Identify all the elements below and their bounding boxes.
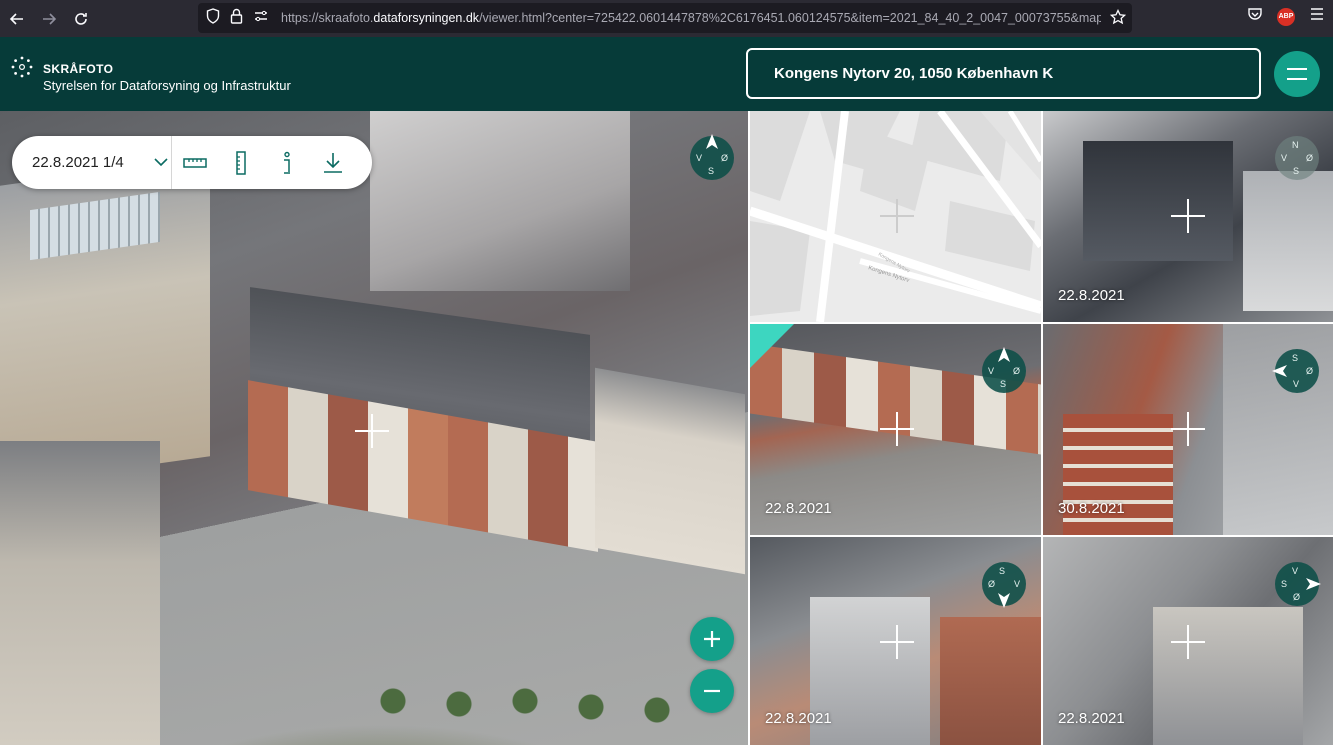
thumbnail-crosshair: [880, 412, 914, 446]
thumbnail-date: 22.8.2021: [1058, 710, 1125, 727]
compass-icon: S Ø V: [982, 562, 1026, 608]
zoom-in-button[interactable]: [690, 617, 734, 661]
hamburger-menu-icon[interactable]: [1309, 7, 1325, 26]
compass-arrow-icon: [1306, 578, 1321, 590]
lock-icon[interactable]: [230, 8, 243, 29]
compass-east-label: V: [1013, 579, 1020, 589]
photo-thumbnail-north[interactable]: N V Ø S 22.8.2021: [1043, 111, 1333, 322]
compass-icon: N V Ø S: [1275, 136, 1319, 180]
building-roof: [1243, 171, 1333, 311]
back-icon[interactable]: [2, 4, 32, 34]
compass-east-label: Ø: [1305, 153, 1313, 163]
compass-icon[interactable]: V Ø S: [690, 134, 734, 180]
photo-thumbnail-south-active[interactable]: V Ø S 22.8.2021: [750, 324, 1041, 535]
building-roof: [1083, 141, 1233, 261]
compass-north-label: N: [1292, 140, 1299, 150]
main-menu-button[interactable]: [1274, 51, 1320, 97]
compass-north-label: V: [1292, 566, 1299, 576]
compass-west-label: V: [696, 153, 703, 163]
compass-west-label: S: [1281, 579, 1288, 589]
main-photo-view[interactable]: 22.8.2021 1/4 V Ø S: [0, 111, 748, 745]
photo-toolbar: 22.8.2021 1/4: [12, 136, 372, 189]
measure-height-button[interactable]: [218, 143, 264, 183]
zoom-out-button[interactable]: [690, 669, 734, 713]
map-thumbnail[interactable]: Kongens Nytorv Kongens Nytorv: [750, 111, 1041, 322]
compass-north-label: S: [999, 566, 1006, 576]
address-bar[interactable]: https://skraafoto.dataforsyningen.dk/vie…: [198, 3, 1132, 33]
brand-title: SKRÅFOTO: [43, 62, 114, 76]
bookmark-star-icon[interactable]: [1109, 8, 1127, 30]
permissions-icon[interactable]: [253, 8, 269, 29]
photo-thumbnail-north-view[interactable]: S Ø V 22.8.2021: [750, 537, 1041, 745]
adblock-plus-icon[interactable]: ABP: [1277, 7, 1295, 26]
compass-icon: V S Ø: [1275, 562, 1321, 606]
date-selector-label: 22.8.2021 1/4: [32, 154, 124, 171]
ruler-vertical-icon: [236, 150, 246, 175]
building-facade: [595, 367, 745, 575]
address-search[interactable]: [746, 48, 1261, 99]
menu-icon: [1287, 68, 1307, 80]
photo-thumbnail-east[interactable]: S Ø V 30.8.2021: [1043, 324, 1333, 535]
tree-row: [360, 671, 690, 731]
plus-icon: [704, 631, 720, 647]
browser-toolbar: https://skraafoto.dataforsyningen.dk/vie…: [0, 0, 1333, 37]
compass-west-label: V: [988, 366, 995, 376]
map-crosshair: [880, 199, 914, 233]
compass-south-label: S: [1293, 166, 1300, 176]
thumbnail-crosshair: [1171, 199, 1205, 233]
compass-east-label: Ø: [1012, 366, 1020, 376]
center-crosshair: [355, 414, 389, 448]
street: [1223, 324, 1333, 535]
thumbnail-date: 22.8.2021: [765, 710, 832, 727]
building-block: [0, 441, 160, 745]
photo-thumbnail-west[interactable]: V S Ø 22.8.2021: [1043, 537, 1333, 745]
chevron-down-icon: [154, 158, 168, 167]
compass-arrow-icon: [706, 134, 718, 149]
compass-west-label: Ø: [988, 579, 996, 589]
thumbnail-date: 30.8.2021: [1058, 500, 1125, 517]
thumbnail-grid: Kongens Nytorv Kongens Nytorv N V Ø S 22…: [748, 111, 1333, 745]
compass-west-label: V: [1281, 153, 1288, 163]
thumbnail-crosshair: [1171, 412, 1205, 446]
compass-north-label: S: [1292, 353, 1299, 363]
compass-south-label: V: [1293, 379, 1300, 389]
thumbnail-date: 22.8.2021: [1058, 287, 1125, 304]
thumbnail-crosshair: [1171, 625, 1205, 659]
skraafoto-logo-icon: [11, 56, 33, 78]
download-button[interactable]: [310, 143, 356, 183]
compass-arrow-icon: [998, 347, 1010, 362]
minus-icon: [704, 689, 720, 693]
info-button[interactable]: [264, 143, 310, 183]
building-roof: [940, 617, 1041, 745]
thumbnail-crosshair: [880, 625, 914, 659]
measure-distance-button[interactable]: [172, 143, 218, 183]
compass-icon: S Ø V: [1272, 349, 1319, 393]
compass-east-label: Ø: [1305, 366, 1313, 376]
reload-icon[interactable]: [66, 4, 96, 34]
compass-icon: V Ø S: [982, 347, 1026, 393]
compass-east-label: Ø: [720, 153, 728, 163]
address-search-input[interactable]: [774, 65, 1234, 82]
url-text: https://skraafoto.dataforsyningen.dk/vie…: [281, 11, 1101, 25]
pocket-icon[interactable]: [1247, 6, 1263, 27]
date-selector[interactable]: 22.8.2021 1/4: [12, 136, 172, 189]
compass-south-label: Ø: [1293, 592, 1301, 602]
compass-arrow-icon: [998, 593, 1010, 608]
thumbnail-date: 22.8.2021: [765, 500, 832, 517]
shield-icon[interactable]: [206, 7, 220, 29]
info-icon: [284, 151, 290, 174]
active-thumbnail-marker: [750, 324, 794, 368]
download-icon: [324, 152, 342, 173]
compass-south-label: S: [708, 166, 715, 176]
forward-icon[interactable]: [34, 4, 64, 34]
building-block: [370, 111, 630, 291]
compass-arrow-icon: [1272, 365, 1287, 377]
brand-subtitle: Styrelsen for Dataforsyning og Infrastru…: [43, 78, 291, 93]
app-header: SKRÅFOTO Styrelsen for Dataforsyning og …: [0, 37, 1333, 111]
compass-south-label: S: [1000, 379, 1007, 389]
ruler-horizontal-icon: [183, 157, 207, 168]
